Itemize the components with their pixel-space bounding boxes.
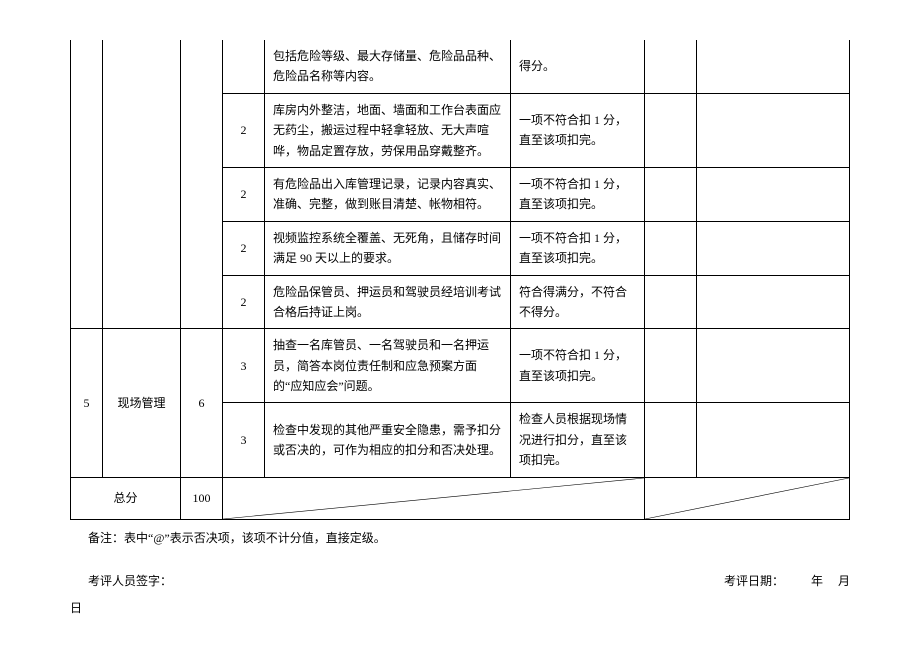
footnote-text: 备注：表中“@”表示否决项，该项不计分值，直接定级。 (88, 528, 850, 550)
cell-sub (223, 40, 265, 93)
cell-cat: 现场管理 (103, 329, 181, 477)
total-value: 100 (181, 477, 223, 519)
cell-sub: 2 (223, 167, 265, 221)
table-row: 包括危险等级、最大存储量、危险品品种、危险品名称等内容。 得分。 (71, 40, 850, 93)
cell-blank (645, 403, 697, 477)
total-row: 总分 100 (71, 477, 850, 519)
cell-desc: 有危险品出入库管理记录，记录内容真实、准确、完整，做到账目清楚、帐物相符。 (265, 167, 511, 221)
cell-criteria: 符合得满分，不符合不得分。 (511, 275, 645, 329)
cell-blank (697, 93, 850, 167)
diagonal-line-icon (223, 478, 644, 519)
cell-sub: 2 (223, 93, 265, 167)
cell-desc: 危险品保管员、押运员和驾驶员经培训考试合格后持证上岗。 (265, 275, 511, 329)
cell-desc: 视频监控系统全覆盖、无死角，且储存时间满足 90 天以上的要求。 (265, 221, 511, 275)
cell-criteria: 检查人员根据现场情况进行扣分，直至该项扣完。 (511, 403, 645, 477)
cell-desc: 包括危险等级、最大存储量、危险品品种、危险品名称等内容。 (265, 40, 511, 93)
cell-criteria: 一项不符合扣 1 分，直至该项扣完。 (511, 167, 645, 221)
cell-sub: 2 (223, 275, 265, 329)
cell-blank (645, 40, 697, 93)
cell-desc: 抽查一名库管员、一名驾驶员和一名押运员，简答本岗位责任制和应急预案方面的“应知应… (265, 329, 511, 403)
month-label: 月 (838, 574, 850, 588)
cell-idx-prev (71, 40, 103, 329)
day-label: 日 (70, 599, 850, 616)
cell-criteria: 一项不符合扣 1 分，直至该项扣完。 (511, 221, 645, 275)
cell-blank (645, 93, 697, 167)
cell-desc: 检查中发现的其他严重安全隐患，需予扣分或否决的，可作为相应的扣分和否决处理。 (265, 403, 511, 477)
cell-sub: 3 (223, 403, 265, 477)
signature-right: 考评日期： 年 月 (724, 569, 850, 593)
cell-blank (697, 167, 850, 221)
cell-blank (697, 403, 850, 477)
signature-row: 考评人员签字： 考评日期： 年 月 (70, 569, 850, 593)
diagonal-cell (223, 477, 645, 519)
cell-blank (645, 167, 697, 221)
cell-sub: 2 (223, 221, 265, 275)
cell-score: 6 (181, 329, 223, 477)
cell-desc: 库房内外整洁，地面、墙面和工作台表面应无药尘，搬运过程中轻拿轻放、无大声喧哗，物… (265, 93, 511, 167)
cell-criteria: 一项不符合扣 1 分，直至该项扣完。 (511, 93, 645, 167)
cell-cat-prev (103, 40, 181, 329)
eval-date-label: 考评日期： (724, 574, 784, 588)
diagonal-line-icon (645, 478, 849, 519)
evaluation-table: 包括危险等级、最大存储量、危险品品种、危险品名称等内容。 得分。 2 库房内外整… (70, 40, 850, 520)
cell-blank (697, 275, 850, 329)
cell-blank (697, 40, 850, 93)
cell-blank (645, 329, 697, 403)
cell-score-prev (181, 40, 223, 329)
cell-sub: 3 (223, 329, 265, 403)
cell-criteria: 得分。 (511, 40, 645, 93)
cell-criteria: 一项不符合扣 1 分，直至该项扣完。 (511, 329, 645, 403)
cell-blank (645, 221, 697, 275)
total-label: 总分 (71, 477, 181, 519)
table-row: 5 现场管理 6 3 抽查一名库管员、一名驾驶员和一名押运员，简答本岗位责任制和… (71, 329, 850, 403)
cell-blank (697, 329, 850, 403)
signature-left-label: 考评人员签字： (88, 569, 172, 593)
cell-idx: 5 (71, 329, 103, 477)
cell-blank (697, 221, 850, 275)
year-label: 年 (811, 574, 823, 588)
diagonal-cell (645, 477, 850, 519)
cell-blank (645, 275, 697, 329)
